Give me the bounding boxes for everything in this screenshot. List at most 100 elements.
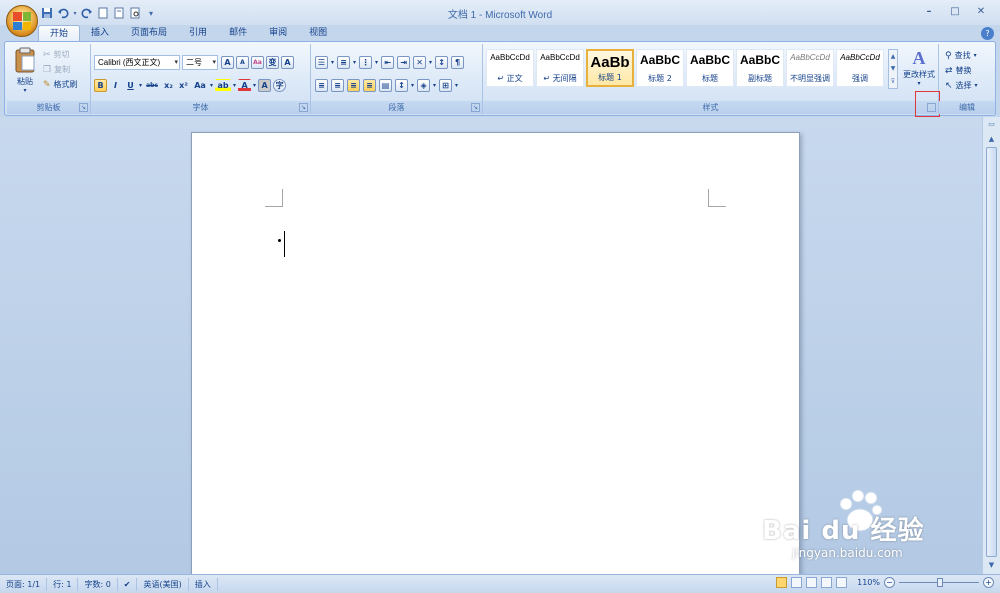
select-button[interactable]: ↖ 选择 ▾ — [945, 78, 978, 93]
change-case-button[interactable]: Aa — [192, 79, 208, 92]
italic-button[interactable]: I — [109, 79, 122, 92]
tab-view[interactable]: 视图 — [298, 25, 338, 42]
chinese-layout-icon[interactable]: ✕ — [413, 56, 427, 69]
close-button[interactable]: ✕ — [972, 4, 990, 18]
chevron-down-icon[interactable]: ▾ — [411, 82, 414, 89]
change-styles-button[interactable]: A 更改样式 ▾ — [901, 48, 937, 92]
style-heading-2[interactable]: AaBbC 标题 2 — [636, 49, 684, 87]
show-marks-icon[interactable]: ¶ — [451, 56, 465, 69]
help-icon[interactable]: ? — [981, 27, 994, 40]
cut-button[interactable]: ✂ 剪切 — [43, 47, 70, 62]
find-button[interactable]: ⚲ 查找 ▾ — [945, 48, 977, 63]
style-no-spacing[interactable]: AaBbCcDd ↵ 无间隔 — [536, 49, 584, 87]
align-right-icon[interactable]: ≡ — [347, 79, 360, 92]
chevron-down-icon[interactable]: ▾ — [455, 82, 458, 89]
line-spacing-icon[interactable]: ↕ — [395, 79, 408, 92]
paragraph-launcher-icon[interactable]: ↘ — [471, 103, 480, 112]
outline-view-icon[interactable] — [821, 577, 833, 588]
format-painter-button[interactable]: ✎ 格式刷 — [43, 77, 78, 92]
justify-icon[interactable]: ≡ — [363, 79, 376, 92]
chevron-down-icon[interactable]: ▾ — [375, 59, 378, 66]
superscript-button[interactable]: x² — [177, 79, 190, 92]
shading-icon[interactable]: ◈ — [417, 79, 431, 92]
clipboard-launcher-icon[interactable]: ↘ — [79, 103, 88, 112]
scroll-down-arrow[interactable]: ▼ — [986, 561, 997, 572]
distributed-icon[interactable]: ▤ — [379, 79, 392, 92]
align-left-icon[interactable]: ≡ — [315, 79, 328, 92]
zoom-slider[interactable] — [899, 577, 979, 588]
enclose-char-button[interactable]: 字 — [273, 79, 287, 92]
multilevel-list-icon[interactable]: ⋮ — [359, 56, 373, 69]
clear-format-icon[interactable]: Aa — [251, 56, 264, 69]
scroll-up-arrow[interactable]: ▲ — [986, 135, 997, 146]
status-line[interactable]: 行: 1 — [47, 577, 79, 591]
font-size-combo[interactable]: 二号 ▾ — [182, 55, 218, 70]
chevron-down-icon[interactable]: ▾ — [233, 82, 236, 89]
status-words[interactable]: 字数: 0 — [78, 577, 118, 591]
zoom-level[interactable]: 110% — [857, 578, 880, 587]
char-shading-button[interactable]: A — [258, 79, 272, 92]
maximize-button[interactable]: □ — [946, 4, 964, 18]
tab-home[interactable]: 开始 — [38, 25, 81, 42]
copy-button[interactable]: ❐ 复制 — [43, 62, 70, 77]
scroll-up-icon[interactable]: ▲ — [891, 53, 896, 60]
increase-indent-icon[interactable]: ⇥ — [397, 56, 411, 69]
style-title[interactable]: AaBbC 标题 — [686, 49, 734, 87]
tab-review[interactable]: 审阅 — [258, 25, 298, 42]
chevron-down-icon[interactable]: ▾ — [253, 82, 256, 89]
office-button[interactable] — [6, 5, 38, 37]
phonetic-guide-icon[interactable]: 变 — [266, 56, 279, 69]
style-subtle-emphasis[interactable]: AaBbCcDd 不明显强调 — [786, 49, 834, 87]
ruler-toggle-icon[interactable]: ▭ — [986, 120, 997, 131]
style-subtitle[interactable]: AaBbC 副标题 — [736, 49, 784, 87]
chevron-down-icon[interactable]: ▾ — [210, 82, 213, 89]
char-border-icon[interactable]: A — [281, 56, 294, 69]
chevron-down-icon[interactable]: ▾ — [429, 59, 432, 66]
borders-icon[interactable]: ⊞ — [439, 79, 453, 92]
replace-button[interactable]: ⇄ 替换 — [945, 63, 972, 78]
subscript-button[interactable]: x₂ — [162, 79, 175, 92]
decrease-indent-icon[interactable]: ⇤ — [381, 56, 395, 69]
zoom-in-icon[interactable]: + — [983, 577, 994, 588]
font-name-combo[interactable]: Calibri (西文正文) ▾ — [94, 55, 180, 70]
status-mode[interactable]: 插入 — [189, 577, 218, 591]
chevron-down-icon[interactable]: ▾ — [353, 59, 356, 66]
font-launcher-icon[interactable]: ↘ — [299, 103, 308, 112]
status-page[interactable]: 页面: 1/1 — [0, 577, 48, 591]
paste-button[interactable]: 粘贴 ▾ — [11, 47, 39, 97]
tab-insert[interactable]: 插入 — [80, 25, 120, 42]
draft-view-icon[interactable] — [836, 577, 848, 588]
tab-page-layout[interactable]: 页面布局 — [120, 25, 178, 42]
vertical-scrollbar[interactable]: ▭ ▲ ▼ — [982, 117, 1000, 574]
sort-icon[interactable]: ↕ — [435, 56, 449, 69]
chevron-down-icon[interactable]: ▾ — [331, 59, 334, 66]
underline-button[interactable]: U — [124, 79, 137, 92]
document-page[interactable] — [191, 132, 800, 592]
proofing-icon[interactable]: ✔ — [118, 577, 138, 591]
print-layout-view-icon[interactable] — [776, 577, 788, 588]
web-layout-view-icon[interactable] — [806, 577, 818, 588]
zoom-out-icon[interactable]: − — [884, 577, 895, 588]
tab-mailings[interactable]: 邮件 — [218, 25, 258, 42]
bullets-icon[interactable]: ☰ — [315, 56, 328, 69]
minimize-button[interactable]: – — [920, 4, 938, 18]
style-heading-1[interactable]: AaBb 标题 1 — [586, 49, 634, 87]
zoom-slider-knob[interactable] — [937, 578, 943, 587]
highlight-button[interactable]: ab — [215, 79, 232, 92]
chevron-down-icon[interactable]: ▾ — [433, 82, 436, 89]
chevron-down-icon[interactable]: ▾ — [139, 82, 142, 89]
bold-button[interactable]: B — [94, 79, 107, 92]
style-emphasis[interactable]: AaBbCcDd 强调 — [836, 49, 884, 87]
align-center-icon[interactable]: ≡ — [331, 79, 344, 92]
strikethrough-button[interactable]: abc — [144, 79, 160, 92]
grow-font-icon[interactable]: A — [221, 56, 234, 69]
status-language[interactable]: 英语(美国) — [137, 577, 189, 591]
scroll-down-icon[interactable]: ▼ — [891, 65, 896, 72]
styles-gallery-scroll[interactable]: ▲ ▼ ⊽ — [888, 49, 898, 89]
style-normal[interactable]: AaBbCcDd ↵ 正文 — [486, 49, 534, 87]
font-color-button[interactable]: A — [238, 79, 252, 92]
more-styles-icon[interactable]: ⊽ — [891, 78, 895, 85]
full-screen-reading-view-icon[interactable] — [791, 577, 803, 588]
scroll-thumb[interactable] — [986, 147, 997, 557]
tab-references[interactable]: 引用 — [178, 25, 218, 42]
